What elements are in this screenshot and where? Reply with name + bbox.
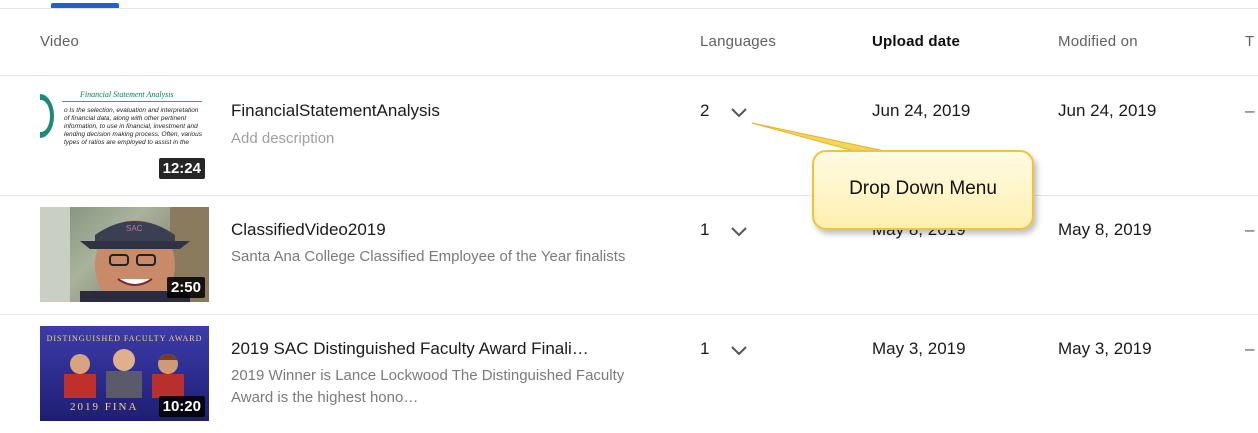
upload-date: May 3, 2019: [872, 339, 966, 358]
video-title[interactable]: FinancialStatementAnalysis: [231, 101, 440, 121]
annotation-callout: Drop Down Menu: [812, 150, 1034, 230]
duration-badge: 10:20: [158, 396, 205, 417]
thumbnail-slide-text: o Is the selection, evaluation and inter…: [64, 107, 203, 146]
table-row[interactable]: SAC 2:50 ClassifiedVideo2019 Santa Ana C…: [0, 196, 1258, 315]
slide-rule: [62, 101, 202, 102]
video-description[interactable]: 2019 Winner is Lance Lockwood The Distin…: [231, 365, 631, 409]
duration-badge: 12:24: [158, 158, 205, 179]
header-video[interactable]: Video: [40, 33, 79, 50]
languages-count: 1: [700, 220, 710, 239]
truncated-cell: –: [1245, 101, 1255, 120]
header-upload-date[interactable]: Upload date: [872, 33, 960, 50]
table-row[interactable]: DISTINGUISHED FACULTY AWARD 2019 FINA 10…: [0, 315, 1258, 433]
thumbnail-footer: 2019 FINA: [70, 401, 139, 413]
video-thumbnail[interactable]: Financial Statement Analysis o Is the se…: [40, 88, 209, 183]
video-description[interactable]: Add description: [231, 128, 631, 150]
video-title[interactable]: 2019 SAC Distinguished Faculty Award Fin…: [231, 339, 589, 359]
chevron-down-icon[interactable]: [729, 222, 749, 242]
duration-badge: 2:50: [166, 277, 205, 298]
truncated-cell: –: [1245, 220, 1255, 239]
svg-text:SAC: SAC: [126, 224, 143, 233]
header-modified-on[interactable]: Modified on: [1058, 33, 1138, 50]
header-languages[interactable]: Languages: [700, 33, 776, 50]
video-title[interactable]: ClassifiedVideo2019: [231, 220, 386, 240]
chevron-down-icon[interactable]: [729, 341, 749, 361]
languages-count: 2: [700, 101, 710, 120]
languages-count: 1: [700, 339, 710, 358]
header-truncated[interactable]: T: [1245, 33, 1254, 50]
video-description[interactable]: Santa Ana College Classified Employee of…: [231, 246, 631, 268]
modified-date: May 3, 2019: [1058, 339, 1152, 358]
upload-date: Jun 24, 2019: [872, 101, 971, 120]
thumbnail-slide-title: Financial Statement Analysis: [80, 90, 174, 99]
video-thumbnail[interactable]: SAC 2:50: [40, 207, 209, 302]
modified-date: May 8, 2019: [1058, 220, 1152, 239]
chevron-down-icon[interactable]: [729, 103, 749, 123]
callout-label: Drop Down Menu: [849, 178, 997, 199]
video-thumbnail[interactable]: DISTINGUISHED FACULTY AWARD 2019 FINA 10…: [40, 326, 209, 421]
table-header: Video Languages Upload date Modified on …: [0, 9, 1258, 76]
truncated-cell: –: [1245, 339, 1255, 358]
modified-date: Jun 24, 2019: [1058, 101, 1157, 120]
table-row[interactable]: Financial Statement Analysis o Is the se…: [0, 77, 1258, 196]
